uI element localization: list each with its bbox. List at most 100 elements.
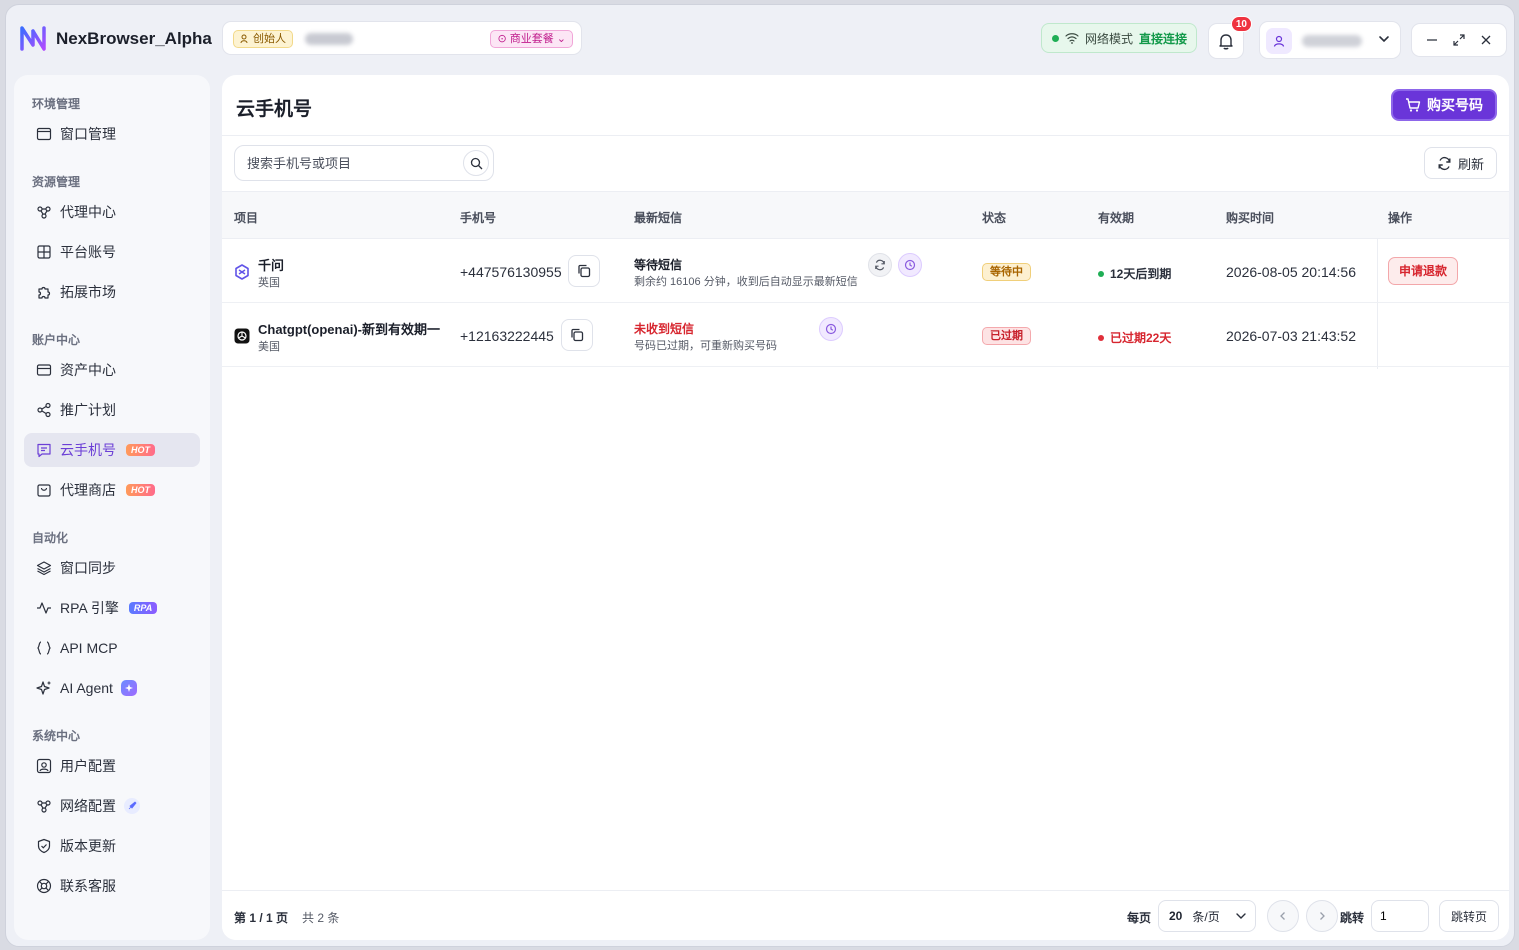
copy-icon	[578, 264, 591, 278]
support-icon	[36, 878, 52, 894]
account-switcher[interactable]: 创始人 ⊙ 商业套餐 ⌄	[222, 21, 582, 55]
jump-page-input[interactable]	[1371, 900, 1429, 932]
sidebar-item-ai-agent[interactable]: AI Agent	[24, 671, 200, 705]
account-name-blurred	[305, 33, 353, 45]
user-name-blurred	[1302, 35, 1362, 47]
sidebar-item-rpa-engine[interactable]: RPA 引擎 RPA	[24, 591, 200, 625]
user-menu[interactable]	[1259, 21, 1401, 59]
history-icon	[825, 323, 837, 335]
buy-number-label: 购买号码	[1427, 97, 1483, 113]
sms-history-button[interactable]	[898, 253, 922, 277]
table-row: 千问 英国 +447576130955 等待短信 剩余约 16106 分钟，收到…	[222, 239, 1509, 303]
refresh-sms-button[interactable]	[868, 253, 892, 277]
table-header: 项目 手机号 最新短信 状态 有效期 购买时间 操作	[222, 191, 1509, 239]
sidebar-item-user-config[interactable]: 用户配置	[24, 749, 200, 783]
sms-history-button[interactable]	[819, 317, 843, 341]
copy-phone-button[interactable]	[568, 255, 600, 287]
search-button[interactable]	[463, 150, 489, 176]
minimize-button[interactable]	[1423, 31, 1441, 49]
validity-indicator: 已过期22天	[1098, 329, 1171, 346]
sidebar-item-label: 平台账号	[60, 244, 116, 260]
per-page-unit: 条/页	[1192, 909, 1220, 924]
sidebar-item-label: 网络配置	[60, 798, 116, 814]
minimize-icon	[1426, 39, 1437, 41]
history-icon	[904, 259, 916, 271]
chevron-down-icon	[1379, 36, 1389, 43]
avatar	[1266, 28, 1292, 54]
close-icon	[1481, 35, 1491, 45]
sidebar-item-version-update[interactable]: 版本更新	[24, 829, 200, 863]
window-icon	[36, 127, 52, 141]
title-bar: NexBrowser_Alpha 创始人 ⊙ 商业套餐 ⌄ 网络模式 直接连接 …	[6, 5, 1514, 73]
sparkle-icon	[36, 681, 51, 695]
chevron-left-icon	[1280, 912, 1285, 920]
jump-page-button[interactable]: 跳转页	[1439, 900, 1499, 932]
sidebar-item-label: 窗口同步	[60, 560, 116, 576]
sidebar-item-label: 版本更新	[60, 838, 116, 854]
sidebar-item-label: 代理中心	[60, 204, 116, 220]
validity-dot	[1098, 270, 1104, 277]
project-name: 千问	[258, 258, 285, 273]
column-header-purchase-time: 购买时间	[1226, 211, 1275, 225]
sidebar-item-label: 推广计划	[60, 402, 116, 418]
sidebar-item-platform-account[interactable]: 平台账号	[24, 235, 200, 269]
request-refund-button[interactable]: 申请退款	[1388, 257, 1459, 285]
project-country: 美国	[258, 341, 280, 353]
network-mode-status: 直接连接	[1139, 31, 1188, 46]
sidebar-item-label: 联系客服	[60, 878, 116, 894]
sidebar-item-network-config[interactable]: 网络配置	[24, 789, 200, 823]
app-title: NexBrowser_Alpha	[56, 29, 212, 48]
network-mode-indicator[interactable]: 网络模式 直接连接	[1041, 23, 1197, 53]
wifi-icon	[1065, 33, 1079, 44]
search-input[interactable]	[235, 146, 455, 180]
shield-icon	[37, 838, 51, 854]
copy-icon	[571, 328, 584, 342]
sidebar-item-proxy-center[interactable]: 代理中心	[24, 195, 200, 229]
hot-badge: HOT	[126, 484, 155, 496]
refresh-label: 刷新	[1457, 156, 1484, 172]
status-badge: 已过期	[982, 327, 1031, 345]
numbers-table: 项目 手机号 最新短信 状态 有效期 购买时间 操作 千问 英国 +447576…	[222, 191, 1509, 369]
search-icon	[470, 157, 482, 169]
per-page-select[interactable]: 20 条/页	[1158, 900, 1256, 932]
sidebar-group-environment: 环境管理	[32, 97, 81, 111]
project-country: 英国	[258, 277, 280, 289]
cart-icon	[1406, 98, 1421, 112]
close-button[interactable]	[1477, 31, 1495, 49]
layers-icon	[36, 561, 52, 576]
app-logo-icon	[20, 26, 46, 51]
sidebar-item-cloud-phone[interactable]: 云手机号 HOT	[24, 433, 200, 467]
main-panel: 云手机号 购买号码 刷新 项目 手机号 最新短信 状态 有效期 购买时间	[222, 75, 1509, 940]
sidebar-item-proxy-shop[interactable]: 代理商店 HOT	[24, 473, 200, 507]
column-header-phone: 手机号	[460, 211, 497, 225]
sidebar-item-window-sync[interactable]: 窗口同步	[24, 551, 200, 585]
pulse-icon	[37, 602, 51, 614]
maximize-button[interactable]	[1450, 31, 1468, 49]
copy-phone-button[interactable]	[561, 319, 593, 351]
notifications-button[interactable]: 10	[1208, 16, 1252, 59]
braces-icon	[37, 641, 51, 655]
sms-subtitle: 剩余约 16106 分钟，收到后自动显示最新短信	[634, 276, 858, 288]
sidebar-item-label: 拓展市场	[60, 284, 116, 300]
column-header-validity: 有效期	[1098, 211, 1135, 225]
buy-number-button[interactable]: 购买号码	[1391, 89, 1497, 121]
refresh-button[interactable]: 刷新	[1423, 147, 1497, 179]
expand-icon	[1453, 34, 1465, 46]
sidebar-item-asset-center[interactable]: 资产中心	[24, 353, 200, 387]
column-header-latest-sms: 最新短信	[634, 211, 683, 225]
network-status-dot	[1052, 34, 1059, 42]
user-icon	[1273, 35, 1285, 47]
sidebar-item-label: API MCP	[60, 640, 118, 656]
plan-badge[interactable]: ⊙ 商业套餐 ⌄	[490, 30, 573, 48]
prev-page-button[interactable]	[1267, 900, 1299, 932]
next-page-button[interactable]	[1306, 900, 1338, 932]
sidebar-item-support[interactable]: 联系客服	[24, 869, 200, 903]
user-key-icon	[240, 34, 248, 44]
column-header-project: 项目	[234, 211, 259, 225]
sidebar-item-window-manage[interactable]: 窗口管理	[24, 117, 200, 151]
sidebar-item-promotion[interactable]: 推广计划	[24, 393, 200, 427]
puzzle-icon	[38, 286, 51, 299]
phone-number: +447576130955	[460, 264, 562, 280]
sidebar-item-api-mcp[interactable]: API MCP	[24, 631, 200, 665]
sidebar-item-extension-market[interactable]: 拓展市场	[24, 275, 200, 309]
